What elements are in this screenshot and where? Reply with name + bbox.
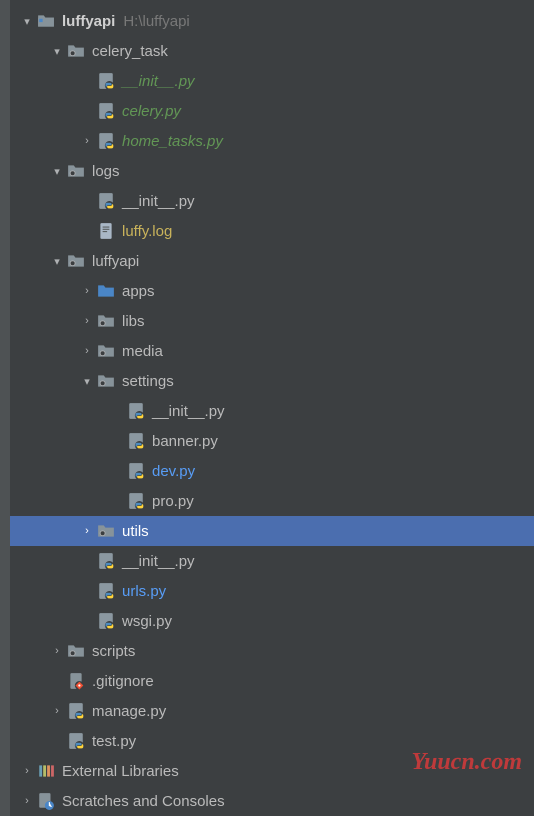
pyfile-icon [96,551,116,571]
tree-row-scripts[interactable]: › scripts [10,636,534,666]
pyfile-icon [96,131,116,151]
tree-item-label: media [122,343,163,360]
pyfile-icon [126,431,146,451]
root-path: H:\luffyapi [123,13,189,30]
tree-row-media[interactable]: › media [10,336,534,366]
chevron-right-icon[interactable]: › [48,645,66,657]
tree-item-label: celery.py [122,103,181,120]
tree-item-label: banner.py [152,433,218,450]
tree-item-label: settings [122,373,174,390]
pyfile-icon [96,581,116,601]
tree-item-label: urls.py [122,583,166,600]
pyfile-icon [66,731,86,751]
tree-item-label: home_tasks.py [122,133,223,150]
tree-item-label: Scratches and Consoles [62,793,225,810]
pyfile-icon [126,401,146,421]
project-tree: ▾ luffyapi H:\luffyapi ▾ celery_task __ini… [0,0,534,816]
package-icon [66,41,86,61]
tree-item-label: utils [122,523,149,540]
chevron-right-icon[interactable]: › [18,795,36,807]
package-icon [96,371,116,391]
chevron-down-icon[interactable]: ▾ [48,45,66,58]
tree-item-label: apps [122,283,155,300]
pyfile-icon [126,461,146,481]
tree-row-gitignore[interactable]: .gitignore [10,666,534,696]
tree-item-label: celery_task [92,43,168,60]
tree-item-label: libs [122,313,145,330]
tree-item-label: logs [92,163,120,180]
scratches-icon [36,791,56,811]
tree-row-testpy[interactable]: test.py [10,726,534,756]
package-icon [66,251,86,271]
tree-item-label: .gitignore [92,673,154,690]
tree-item-label: __init__.py [122,73,195,90]
tree-row-home_tasks[interactable]: › home_tasks.py [10,126,534,156]
package-icon [66,161,86,181]
tree-item-label: pro.py [152,493,194,510]
pyfile-icon [96,611,116,631]
chevron-right-icon[interactable]: › [78,345,96,357]
tree-item-label: __init__.py [122,553,195,570]
tree-row-settings[interactable]: ▾ settings [10,366,534,396]
tree-row-celery_task_init[interactable]: __init__.py [10,66,534,96]
chevron-down-icon[interactable]: ▾ [78,375,96,388]
tree-row-celery_task[interactable]: ▾ celery_task [10,36,534,66]
chevron-right-icon[interactable]: › [78,315,96,327]
tree-item-label: dev.py [152,463,195,480]
tree-row-scratches[interactable]: › Scratches and Consoles [10,786,534,816]
root-name: luffyapi [62,13,115,30]
left-gutter [0,0,10,816]
chevron-right-icon[interactable]: › [78,135,96,147]
chevron-down-icon[interactable]: ▾ [48,165,66,178]
tree-row-settings_init[interactable]: __init__.py [10,396,534,426]
tree-row-logs[interactable]: ▾ logs [10,156,534,186]
tree-item-label: test.py [92,733,136,750]
pyfile-icon [126,491,146,511]
tree-row-luffyapi_init[interactable]: __init__.py [10,546,534,576]
pyfile-icon [96,191,116,211]
tree-item-label: __init__.py [122,193,195,210]
tree-item-label: wsgi.py [122,613,172,630]
tree-row-dev[interactable]: dev.py [10,456,534,486]
tree-row-apps[interactable]: › apps [10,276,534,306]
tree-item-label: manage.py [92,703,166,720]
tree-row-urls[interactable]: urls.py [10,576,534,606]
tree-item-label: scripts [92,643,135,660]
tree-row-pro[interactable]: pro.py [10,486,534,516]
chevron-right-icon[interactable]: › [78,285,96,297]
tree-row-banner[interactable]: banner.py [10,426,534,456]
pyfile-icon [96,101,116,121]
package-icon [96,311,116,331]
tree-row-libs[interactable]: › libs [10,306,534,336]
tree-item-label: luffyapi [92,253,139,270]
tree-row-luffyapi_pkg[interactable]: ▾ luffyapi [10,246,534,276]
tree-item-label: __init__.py [152,403,225,420]
package-icon [96,341,116,361]
libraries-icon [36,761,56,781]
package-icon [96,521,116,541]
tree-row-ext_lib[interactable]: › External Libraries [10,756,534,786]
tree-row-logs_init[interactable]: __init__.py [10,186,534,216]
tree-item-label: External Libraries [62,763,179,780]
tree-row-luffy_log[interactable]: luffy.log [10,216,534,246]
tree-item-label: luffy.log [122,223,172,240]
tree-row-utils[interactable]: › utils [10,516,534,546]
package-icon [66,641,86,661]
folder-blue-icon [96,281,116,301]
chevron-right-icon[interactable]: › [18,765,36,777]
pyfile-icon [66,701,86,721]
textfile-icon [96,221,116,241]
tree-row-manage[interactable]: › manage.py [10,696,534,726]
pyfile-icon [96,71,116,91]
tree-row-root[interactable]: ▾ luffyapi H:\luffyapi [10,6,534,36]
module-folder-icon [36,11,56,31]
chevron-right-icon[interactable]: › [48,705,66,717]
gitignore-icon [66,671,86,691]
chevron-down-icon[interactable]: ▾ [18,15,36,28]
tree-row-wsgi[interactable]: wsgi.py [10,606,534,636]
chevron-right-icon[interactable]: › [78,525,96,537]
chevron-down-icon[interactable]: ▾ [48,255,66,268]
tree-row-celery_py[interactable]: celery.py [10,96,534,126]
